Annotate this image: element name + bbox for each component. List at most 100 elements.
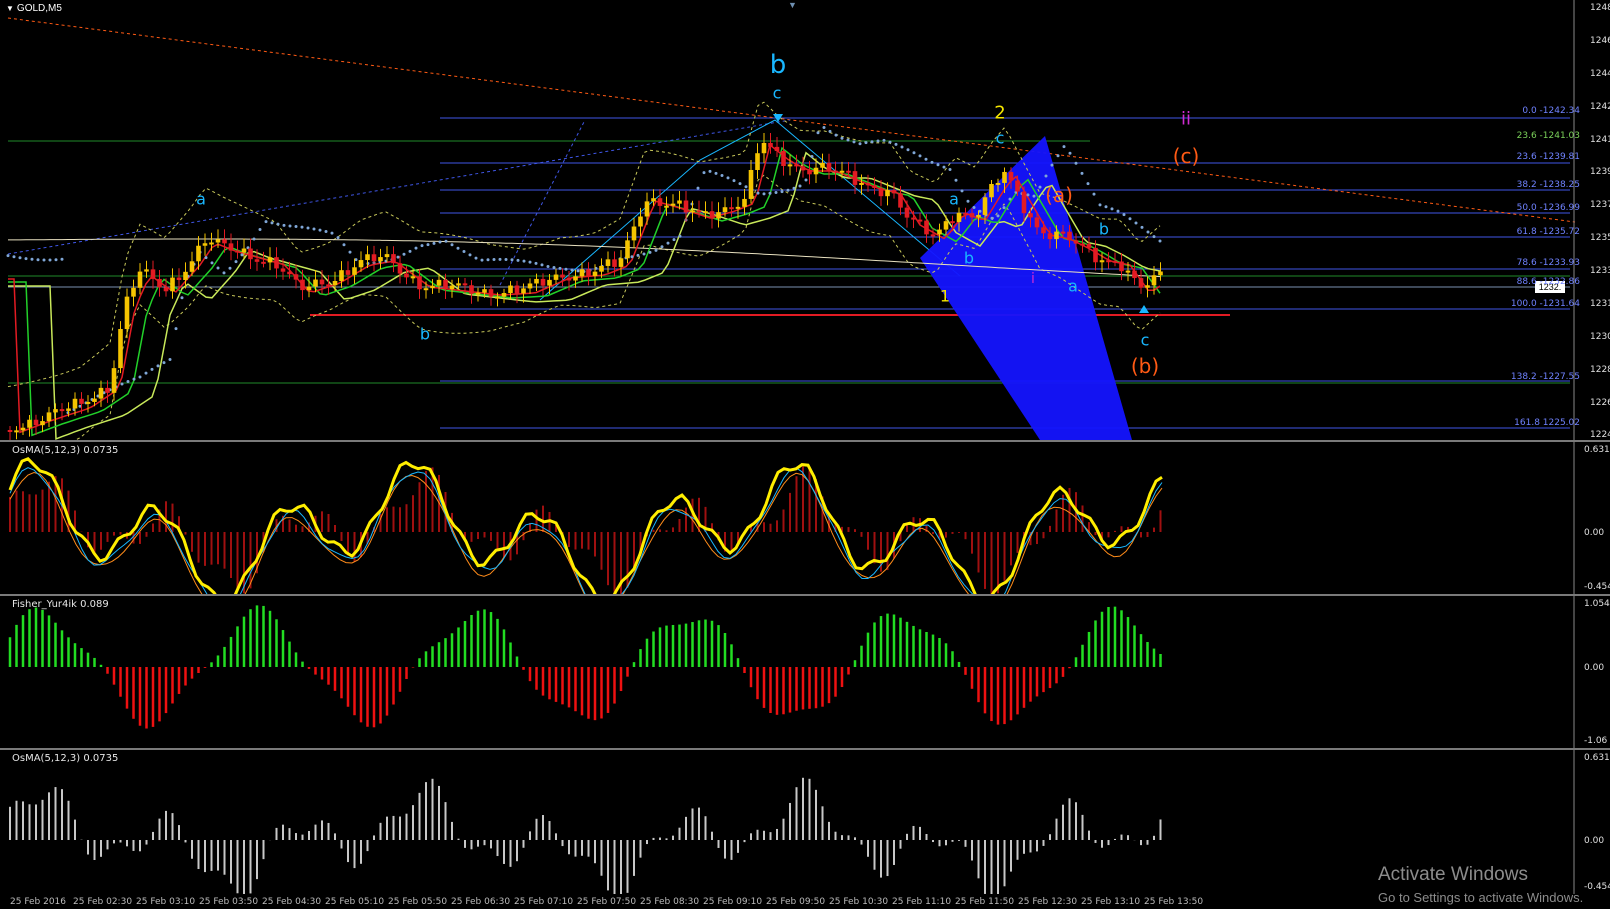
parabolic-sar-dot [990,216,994,220]
parabolic-sar-dot [924,157,928,161]
parabolic-sar-dot [954,178,958,182]
candle-body [924,220,929,235]
parabolic-sar-dot [156,364,160,368]
candle-body [1099,260,1105,263]
candle-body [59,409,65,412]
parabolic-sar-dot [894,142,898,146]
parabolic-sar-dot [1086,182,1090,186]
parabolic-sar-dot [36,258,40,262]
candle-body [521,288,526,294]
fibo-level-label: 50.0 -1236.99 [1516,203,1580,213]
parabolic-sar-dot [798,184,802,188]
candle-body [911,217,916,220]
parabolic-sar-dot [1056,154,1060,158]
time-tick: 25 Feb 11:50 [955,897,1015,907]
candle-body [664,205,669,208]
fisher-canvas[interactable] [0,596,1610,748]
parabolic-sar-dot [126,379,130,383]
candle-body [1119,261,1124,272]
osma2-canvas[interactable] [0,750,1610,894]
parabolic-sar-dot [264,220,268,224]
osma-pane[interactable]: OsMA(5,12,3) 0.0735 0.631 0.00 -0.454 [0,442,1610,594]
parabolic-sar-dot [660,245,664,249]
parabolic-sar-dot [432,241,436,245]
parabolic-sar-dot [492,257,496,261]
parabolic-sar-dot [654,248,658,252]
candle-body [553,274,559,280]
osma-canvas[interactable] [0,442,1610,594]
candle-body [183,271,188,280]
candle-body [729,207,734,210]
symbol-title[interactable]: ▼ GOLD,M5 [6,3,62,14]
candle-body [859,182,864,185]
candle-body [53,409,58,413]
candle-body [670,203,676,206]
time-tick: 25 Feb 09:50 [766,897,826,907]
candle-body [222,239,227,244]
wave-label: 2 [994,102,1006,124]
parabolic-sar-dot [858,142,862,146]
parabolic-sar-dot [1116,209,1120,213]
candle-body [527,283,533,289]
parabolic-sar-dot [24,257,28,261]
candle-body [599,265,604,272]
price-tick: 1242. [1590,102,1610,112]
parabolic-sar-dot [1098,203,1102,207]
candle-body [196,245,201,262]
parabolic-sar-dot [1146,230,1150,234]
parabolic-sar-dot [552,266,556,270]
candle-body [449,285,455,290]
time-tick: 25 Feb 2016 [10,897,67,907]
parabolic-sar-dot [240,253,244,257]
indicator-axis-tick: 0.631 [1584,445,1610,455]
candle-body [384,254,390,258]
parabolic-sar-dot [144,371,148,375]
candle-body [735,206,741,209]
parabolic-sar-dot [510,258,514,262]
indicator-axis-tick: 0.00 [1584,528,1605,538]
parabolic-sar-dot [1140,225,1144,229]
parabolic-sar-dot [942,165,946,169]
candle-body [365,254,370,261]
time-tick: 25 Feb 07:50 [577,897,637,907]
parabolic-sar-dot [1026,193,1030,197]
fibo-level-label: 78.6 -1233.93 [1516,258,1580,268]
parabolic-sar-dot [234,260,238,264]
main-chart-pane[interactable]: ▼GOLD,M5 ▼ 1248. 1246. 1244. 1242. 1241.… [0,0,1610,440]
candle-body [651,198,656,202]
indicator-axis-tick: 1.054 [1584,599,1610,609]
candle-body [1002,171,1007,183]
osma2-pane[interactable]: OsMA(5,12,3) 0.0735 0.631 0.00 -0.454 [0,750,1610,894]
parabolic-sar-dot [648,250,652,254]
parabolic-sar-dot [906,148,910,152]
parabolic-sar-dot [1068,151,1072,155]
candle-body [995,182,1001,185]
shift-marker-icon[interactable]: ▼ [788,0,797,10]
fibo-level-label: 100.0 -1231.64 [1510,299,1580,309]
parabolic-sar-dot [732,179,736,183]
parabolic-sar-dot [864,141,868,145]
candle-body [534,278,539,284]
main-chart-canvas[interactable] [0,0,1610,440]
parabolic-sar-dot [150,367,154,371]
candle-body [150,269,156,279]
dropdown-arrow-icon[interactable]: ▼ [6,4,14,13]
wave-label: c [772,83,782,103]
candle-body [1093,247,1098,263]
candle-body [560,274,565,278]
wave-label: ii [1180,108,1192,130]
candle-body [189,261,195,272]
indicator-title: OsMA(5,12,3) 0.0735 [12,753,119,764]
main-line [8,457,1163,594]
parabolic-sar-dot [402,252,406,256]
fisher-pane[interactable]: Fisher_Yur4ik 0.089 1.054 0.00 -1.06 [0,596,1610,748]
wave-label: c [995,128,1005,148]
parabolic-sar-dot [768,191,772,195]
wave-label: i [1031,271,1035,287]
candle-body [248,248,253,260]
candle-body [1054,231,1059,240]
time-tick: 25 Feb 06:30 [451,897,511,907]
candle-body [872,185,877,188]
candle-body [1145,285,1150,288]
candle-body [267,257,273,263]
